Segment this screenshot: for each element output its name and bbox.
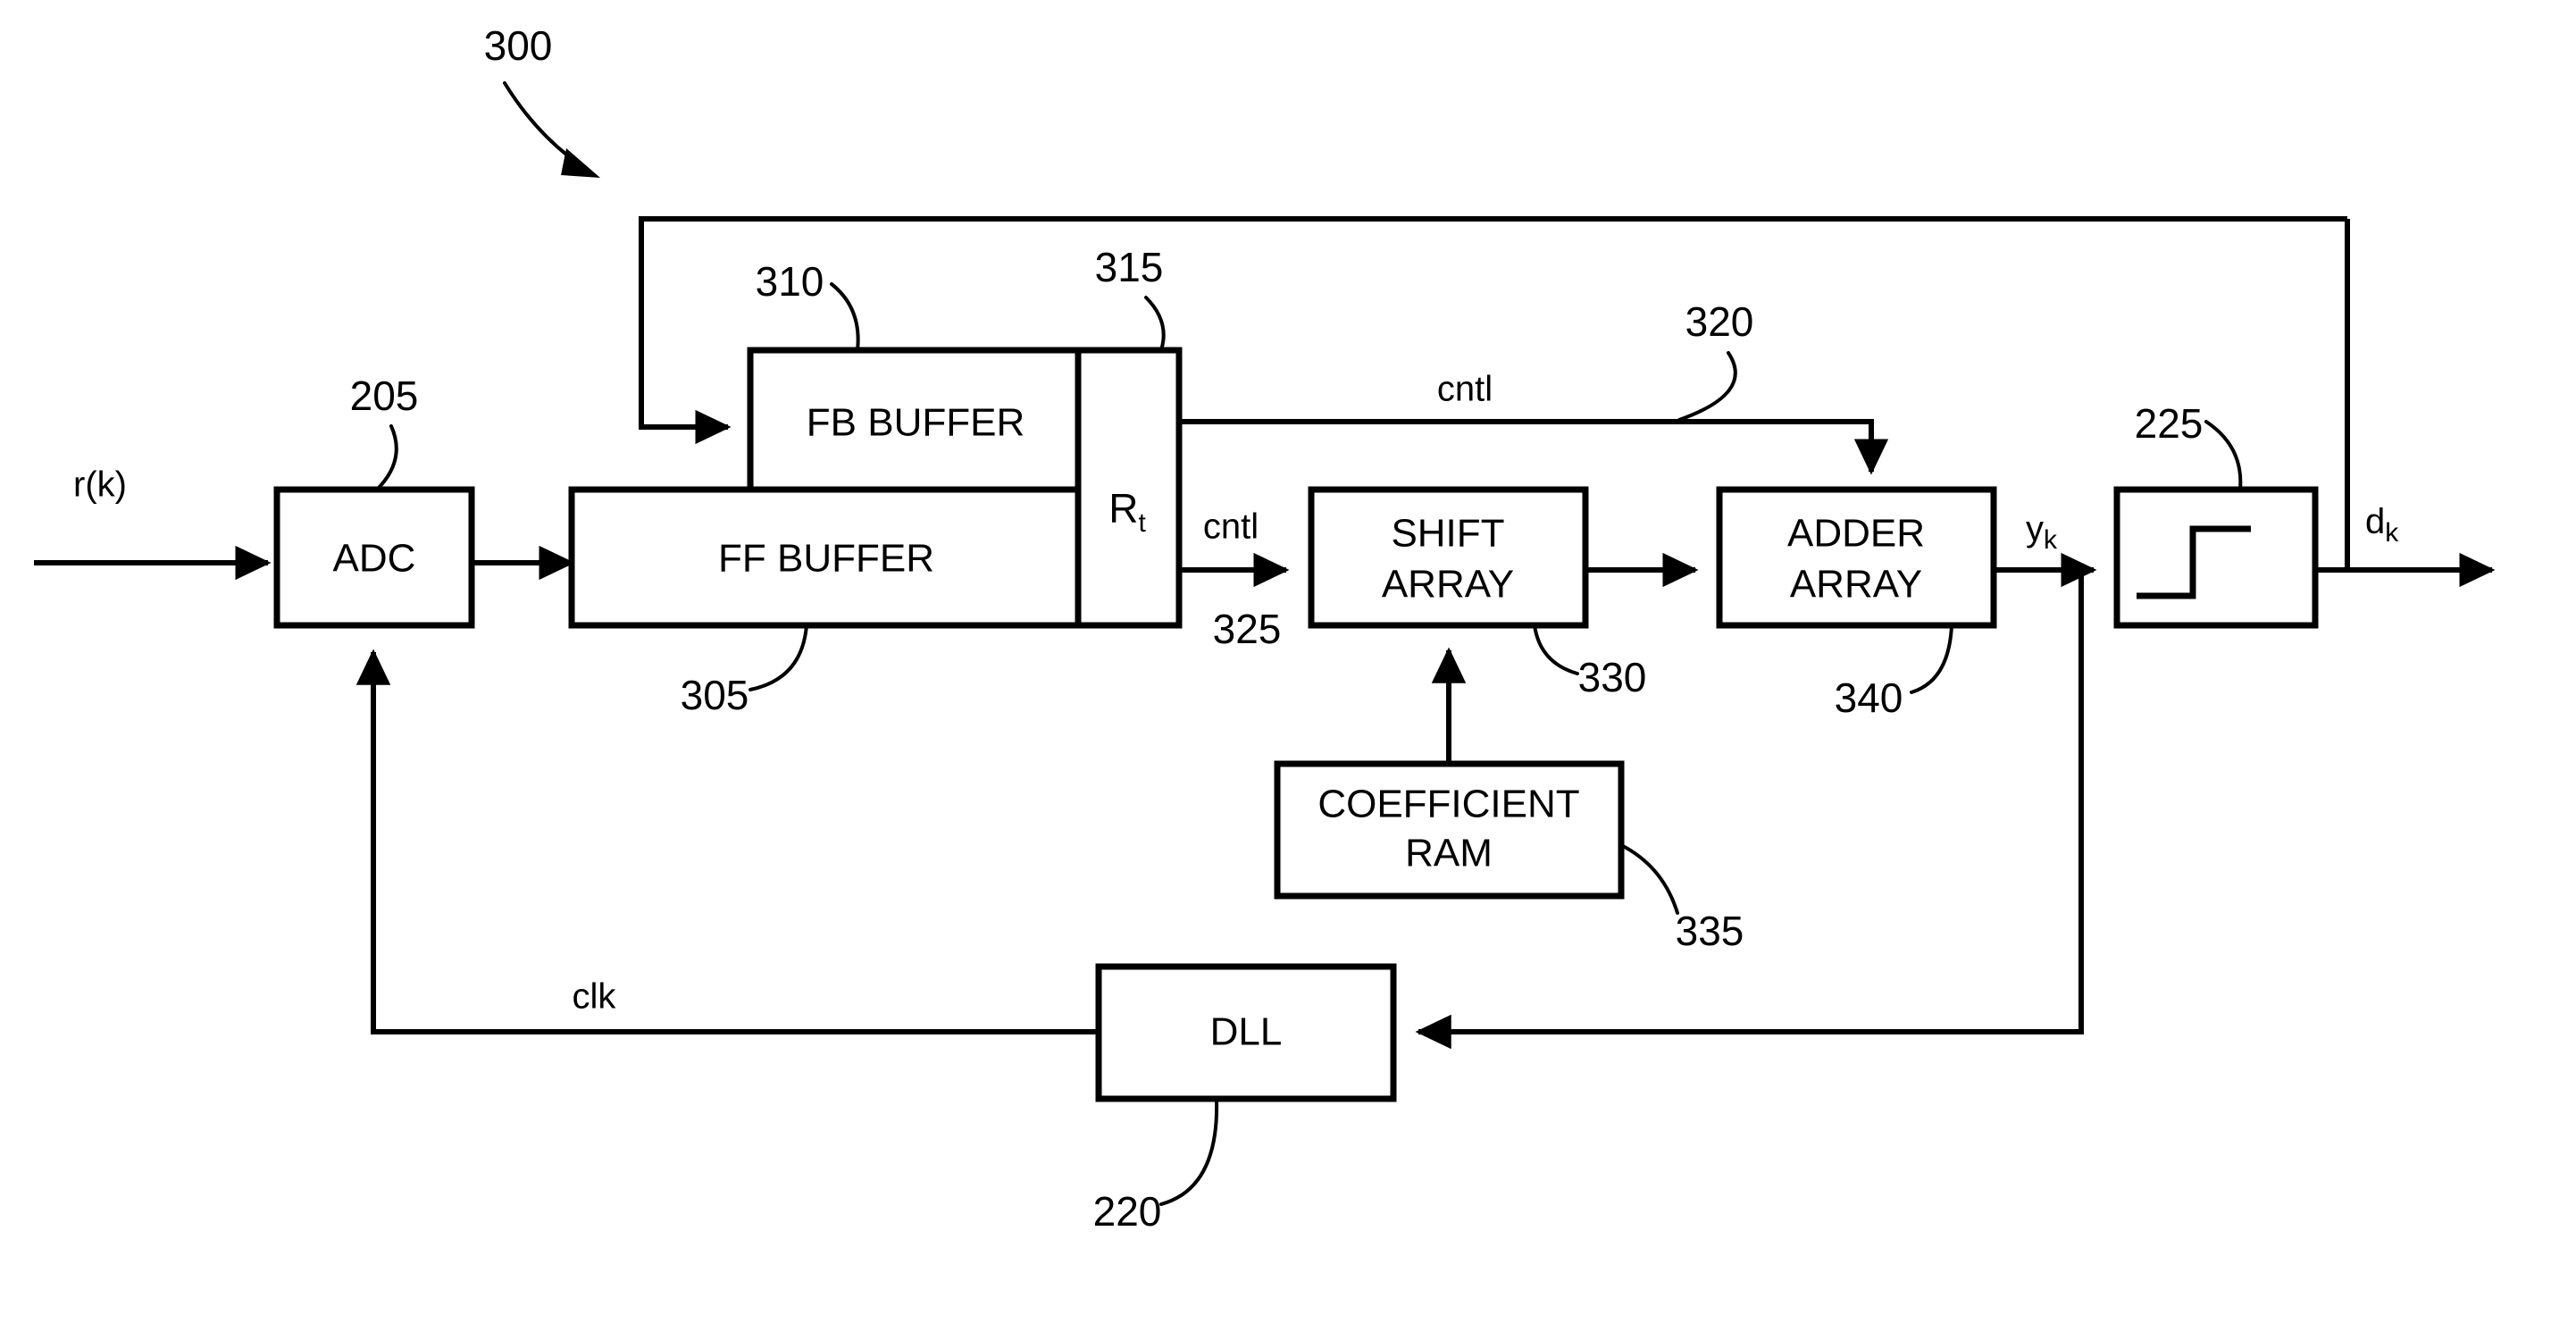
block-diagram-canvas: FB BUFFER FF BUFFER Rt ADC SHIFT ARRAY A… — [34, 22, 2496, 1235]
dk-subscript: k — [2385, 518, 2399, 548]
wire-cntl-top-to-adder — [1179, 419, 1889, 475]
ref-number-335: 335 — [1676, 908, 1744, 954]
leader-225 — [2204, 420, 2243, 491]
leader-arrowhead-300 — [561, 148, 600, 178]
rt-main: R — [1108, 485, 1138, 532]
ref-number-220: 220 — [1093, 1188, 1162, 1235]
leader-320 — [1677, 351, 1737, 422]
dk-main: d — [2365, 502, 2385, 541]
leader-310 — [830, 282, 860, 352]
ref-number-300: 300 — [484, 22, 553, 69]
leader-335 — [1619, 843, 1679, 915]
ref-number-330: 330 — [1578, 654, 1647, 700]
leader-340 — [1910, 624, 1953, 694]
ref-number-340: 340 — [1835, 674, 1903, 721]
ref-number-325: 325 — [1213, 606, 1282, 652]
block-label-dll: DLL — [1210, 1010, 1283, 1054]
block-label-coefficient-ram-line2: RAM — [1405, 832, 1493, 875]
block-slicer[interactable] — [2113, 486, 2319, 629]
signal-label-dk: dk — [2365, 502, 2399, 548]
ref-number-320: 320 — [1685, 298, 1754, 345]
leader-220 — [1159, 1097, 1219, 1206]
signal-label-rk: r(k) — [73, 465, 127, 505]
block-label-shift-array-line1: SHIFT — [1391, 512, 1504, 556]
signal-label-clk: clk — [573, 977, 617, 1017]
ref-number-225: 225 — [2135, 400, 2204, 447]
block-label-coefficient-ram-line1: COEFFICIENT — [1317, 783, 1579, 826]
ref-number-315: 315 — [1095, 244, 1164, 290]
ref-number-310: 310 — [756, 258, 824, 305]
signal-label-cntl-mid: cntl — [1203, 507, 1259, 547]
signal-label-cntl-top: cntl — [1437, 370, 1493, 409]
leader-305 — [749, 624, 808, 691]
patent-figure-300: FB BUFFER FF BUFFER Rt ADC SHIFT ARRAY A… — [0, 0, 2576, 1340]
block-label-fb-buffer: FB BUFFER — [807, 401, 1025, 445]
ref-number-305: 305 — [681, 672, 749, 718]
block-label-adder-array-line2: ARRAY — [1790, 563, 1922, 607]
block-label-shift-array-line2: ARRAY — [1382, 563, 1514, 607]
rt-subscript: t — [1138, 508, 1146, 538]
block-label-ff-buffer: FF BUFFER — [718, 537, 934, 581]
leader-205 — [375, 424, 398, 491]
block-label-adder-array-line1: ADDER — [1787, 512, 1925, 556]
ref-number-205: 205 — [350, 373, 419, 419]
yk-subscript: k — [2044, 525, 2058, 555]
signal-label-yk: yk — [2026, 509, 2058, 555]
leader-315 — [1144, 296, 1166, 352]
block-label-adc: ADC — [333, 537, 416, 581]
leader-330 — [1533, 624, 1579, 675]
yk-main: y — [2026, 509, 2044, 549]
